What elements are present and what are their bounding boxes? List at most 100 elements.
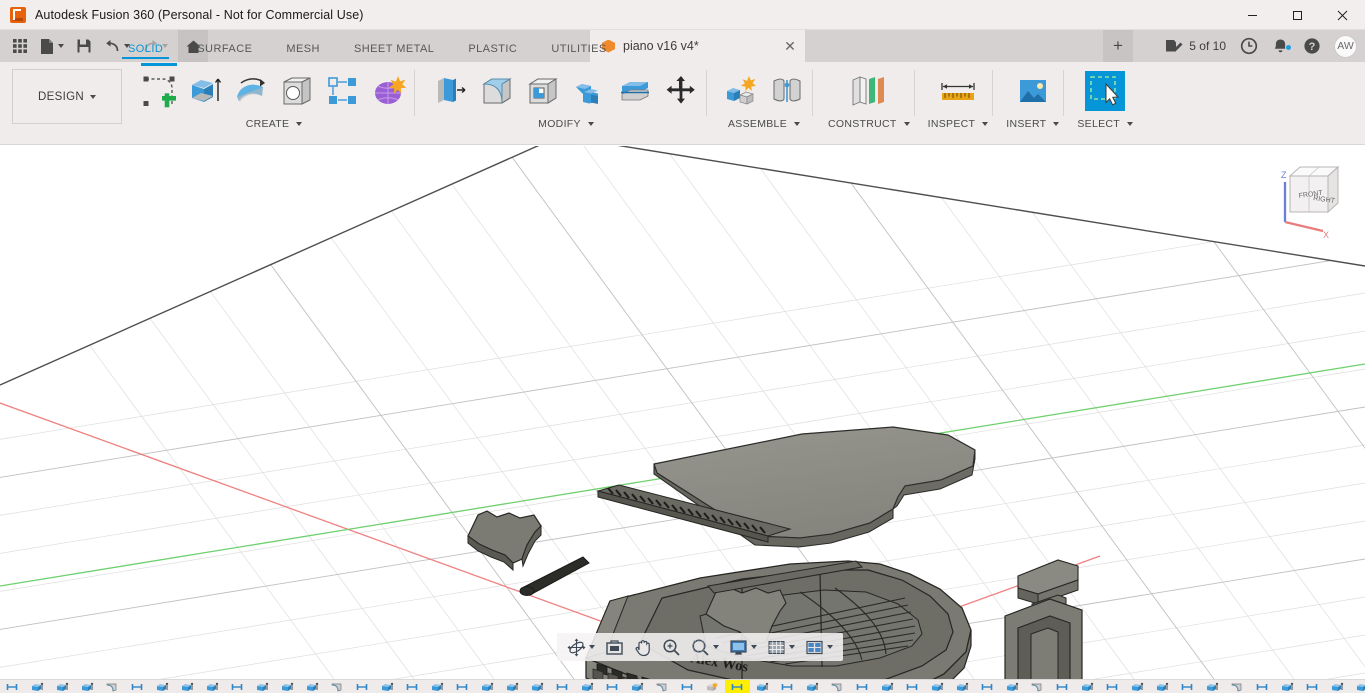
tab-plastic[interactable]: PLASTIC (468, 43, 517, 59)
timeline-item[interactable] (100, 680, 125, 693)
timeline-item[interactable] (600, 680, 625, 693)
measure-icon[interactable] (932, 68, 984, 114)
chevron-down-icon[interactable] (296, 122, 302, 126)
zoom-icon[interactable] (657, 633, 686, 661)
timeline-item[interactable] (700, 680, 725, 693)
chevron-down-icon[interactable] (789, 645, 795, 649)
maximize-button[interactable] (1275, 0, 1320, 30)
select-icon[interactable] (1080, 68, 1130, 114)
timeline-item[interactable] (475, 680, 500, 693)
timeline-item[interactable] (675, 680, 700, 693)
offset-plane-icon[interactable] (841, 68, 897, 114)
timeline-item[interactable] (1000, 680, 1025, 693)
timeline-item[interactable] (750, 680, 775, 693)
timeline-item[interactable] (1025, 680, 1050, 693)
timeline-item[interactable] (250, 680, 275, 693)
split-face-icon[interactable] (614, 68, 656, 114)
minimize-button[interactable] (1230, 0, 1275, 30)
pan-icon[interactable] (629, 633, 657, 661)
display-settings-icon[interactable] (724, 633, 762, 661)
timeline-item[interactable] (0, 680, 25, 693)
close-button[interactable] (1320, 0, 1365, 30)
chevron-down-icon[interactable] (982, 122, 988, 126)
chevron-down-icon[interactable] (58, 44, 64, 48)
timeline-item[interactable] (900, 680, 925, 693)
timeline-item[interactable] (1200, 680, 1225, 693)
timeline-item[interactable] (200, 680, 225, 693)
timeline-item[interactable] (1275, 680, 1300, 693)
timeline-item[interactable] (850, 680, 875, 693)
close-icon[interactable]: ✕ (775, 30, 805, 62)
timeline-item[interactable] (225, 680, 250, 693)
timeline[interactable] (0, 679, 1365, 693)
save-icon[interactable] (70, 30, 98, 62)
timeline-item[interactable] (1250, 680, 1275, 693)
fit-icon[interactable] (686, 633, 724, 661)
timeline-item[interactable] (1150, 680, 1175, 693)
timeline-item[interactable] (975, 680, 1000, 693)
new-tab-button[interactable]: + (1103, 30, 1133, 62)
timeline-item[interactable] (375, 680, 400, 693)
chevron-down-icon[interactable] (589, 645, 595, 649)
grid-snaps-icon[interactable] (762, 633, 800, 661)
app-grid-icon[interactable] (6, 30, 34, 62)
timeline-item[interactable] (400, 680, 425, 693)
timeline-item[interactable] (325, 680, 350, 693)
timeline-item[interactable] (575, 680, 600, 693)
create-sketch-icon[interactable] (138, 68, 180, 114)
timeline-item[interactable] (150, 680, 175, 693)
help-icon[interactable]: ? (1296, 37, 1328, 55)
avatar[interactable]: AW (1334, 35, 1357, 58)
chevron-down-icon[interactable] (827, 645, 833, 649)
chevron-down-icon[interactable] (794, 122, 800, 126)
timeline-item[interactable] (1050, 680, 1075, 693)
timeline-item[interactable] (450, 680, 475, 693)
timeline-item[interactable] (50, 680, 75, 693)
chevron-down-icon[interactable] (1127, 122, 1133, 126)
chevron-down-icon[interactable] (904, 122, 910, 126)
joint-icon[interactable] (766, 68, 808, 114)
revolve-icon[interactable] (230, 68, 272, 114)
bell-icon[interactable] (1265, 38, 1296, 55)
rectangular-pattern-icon[interactable] (322, 68, 364, 114)
timeline-item[interactable] (825, 680, 850, 693)
look-at-icon[interactable] (600, 633, 629, 661)
combine-icon[interactable] (568, 68, 610, 114)
new-file-icon[interactable] (34, 30, 70, 62)
insert-image-icon[interactable] (1008, 68, 1058, 114)
chevron-down-icon[interactable] (751, 645, 757, 649)
tab-surface[interactable]: SURFACE (197, 43, 252, 59)
chevron-down-icon[interactable] (90, 95, 96, 99)
extrude-icon[interactable] (184, 68, 226, 114)
timeline-item[interactable] (950, 680, 975, 693)
timeline-item[interactable] (550, 680, 575, 693)
timeline-item[interactable] (650, 680, 675, 693)
timeline-item[interactable] (1075, 680, 1100, 693)
timeline-item[interactable] (800, 680, 825, 693)
view-cube[interactable]: FRONT RIGHT Z X (1268, 156, 1353, 241)
timeline-item[interactable] (300, 680, 325, 693)
timeline-item[interactable] (1100, 680, 1125, 693)
tab-utilities[interactable]: UTILITIES (551, 43, 606, 59)
shell-icon[interactable] (522, 68, 564, 114)
tab-sheet-metal[interactable]: SHEET METAL (354, 43, 434, 59)
fillet-icon[interactable] (476, 68, 518, 114)
timeline-item[interactable] (775, 680, 800, 693)
timeline-item[interactable] (500, 680, 525, 693)
chevron-down-icon[interactable] (713, 645, 719, 649)
timeline-item[interactable] (175, 680, 200, 693)
timeline-item[interactable] (1225, 680, 1250, 693)
new-component-icon[interactable] (720, 68, 762, 114)
jobs-status[interactable]: 5 of 10 (1158, 38, 1233, 54)
timeline-item[interactable] (1125, 680, 1150, 693)
timeline-item[interactable] (525, 680, 550, 693)
timeline-item[interactable] (1300, 680, 1325, 693)
timeline-item[interactable] (275, 680, 300, 693)
press-pull-icon[interactable] (430, 68, 472, 114)
hole-icon[interactable] (276, 68, 318, 114)
timeline-item[interactable] (925, 680, 950, 693)
orbit-icon[interactable] (562, 633, 600, 661)
viewport-canvas[interactable]: Alex Wos (0, 146, 1365, 679)
timeline-item[interactable] (350, 680, 375, 693)
tab-solid[interactable]: SOLID (128, 43, 163, 59)
